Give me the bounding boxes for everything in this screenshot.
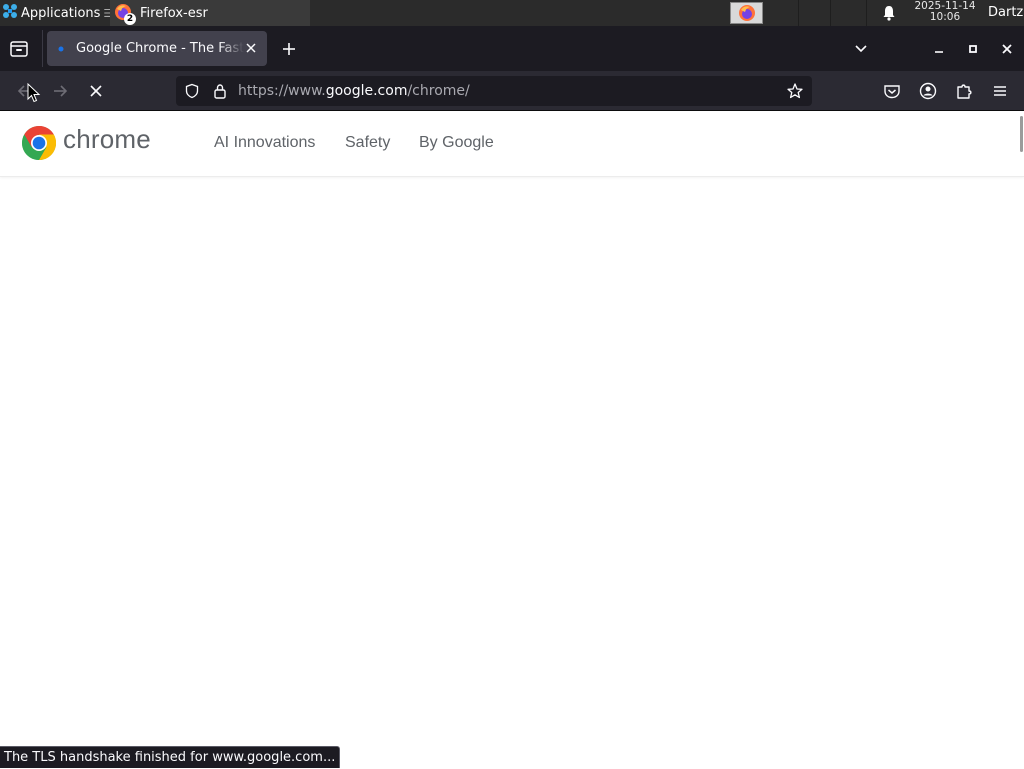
firefox-icon: 2 xyxy=(114,3,136,25)
applications-icon xyxy=(2,3,18,23)
hamburger-menu-icon[interactable] xyxy=(990,81,1010,101)
account-icon[interactable] xyxy=(918,81,938,101)
taskbar-task-label: Firefox-esr xyxy=(140,5,208,21)
close-tab-icon[interactable] xyxy=(243,40,259,56)
user-name[interactable]: Dartz xyxy=(988,0,1023,26)
taskbar-firefox-button[interactable]: 2 Firefox-esr xyxy=(110,0,310,26)
stop-loading-icon[interactable] xyxy=(86,81,106,101)
nav-link-by-google[interactable]: By Google xyxy=(419,134,494,152)
url-path: /chrome/ xyxy=(407,83,470,99)
navigation-toolbar: https://www.google.com/chrome/ xyxy=(0,71,1024,111)
url-text[interactable]: https://www.google.com/chrome/ xyxy=(238,76,470,106)
tray-separator xyxy=(866,0,867,26)
applications-label: Applications xyxy=(21,5,101,21)
tab-strip: Google Chrome - The Fast & Secure Web Br… xyxy=(0,26,1024,71)
site-header: chrome AI Innovations Safety By Google xyxy=(0,112,1024,177)
firefox-view-icon[interactable] xyxy=(8,38,30,60)
nav-link-ai-innovations[interactable]: AI Innovations xyxy=(214,134,315,152)
status-tooltip: The TLS handshake finished for www.googl… xyxy=(0,746,341,768)
tab-divider xyxy=(42,30,43,67)
tray-separator xyxy=(830,0,831,26)
url-host: google.com xyxy=(325,83,408,99)
maximize-icon[interactable] xyxy=(964,40,982,58)
new-tab-icon[interactable] xyxy=(280,40,298,58)
url-bar[interactable]: https://www.google.com/chrome/ xyxy=(176,76,812,106)
tracking-protection-shield-icon[interactable] xyxy=(184,83,200,99)
mouse-cursor-icon xyxy=(27,82,41,103)
web-page: chrome AI Innovations Safety By Google xyxy=(0,112,1024,768)
close-window-icon[interactable] xyxy=(998,40,1016,58)
clock-time: 10:06 xyxy=(929,11,961,23)
tab-google-chrome[interactable]: Google Chrome - The Fast & Secure Web Br… xyxy=(47,31,267,66)
bookmark-star-icon[interactable] xyxy=(786,82,804,100)
os-taskbar: Applications ☰ 2 Firefox-esr 2025-11-14 xyxy=(0,0,1024,26)
clock[interactable]: 2025-11-14 10:06 xyxy=(908,1,982,23)
tab-title: Google Chrome - The Fast & Secure Web Br… xyxy=(76,41,244,56)
window-count-badge: 2 xyxy=(124,13,136,25)
nav-link-safety[interactable]: Safety xyxy=(345,134,390,152)
tray-firefox-icon[interactable] xyxy=(730,2,763,24)
page-scrollbar[interactable] xyxy=(1020,116,1023,152)
chevron-down-icon[interactable] xyxy=(852,40,870,58)
tray-separator xyxy=(798,0,799,26)
applications-menu[interactable]: Applications ☰ xyxy=(0,0,113,26)
chrome-logo-icon[interactable] xyxy=(21,125,57,161)
lock-icon[interactable] xyxy=(212,83,228,99)
url-prefix: https://www. xyxy=(238,83,326,99)
notification-bell-icon[interactable] xyxy=(881,5,897,25)
minimize-icon[interactable] xyxy=(930,40,948,58)
forward-arrow-icon[interactable] xyxy=(50,81,70,101)
pocket-icon[interactable] xyxy=(882,81,902,101)
extensions-icon[interactable] xyxy=(954,81,974,101)
loading-favicon-icon xyxy=(57,45,65,53)
brand-wordmark[interactable]: chrome xyxy=(63,124,151,155)
